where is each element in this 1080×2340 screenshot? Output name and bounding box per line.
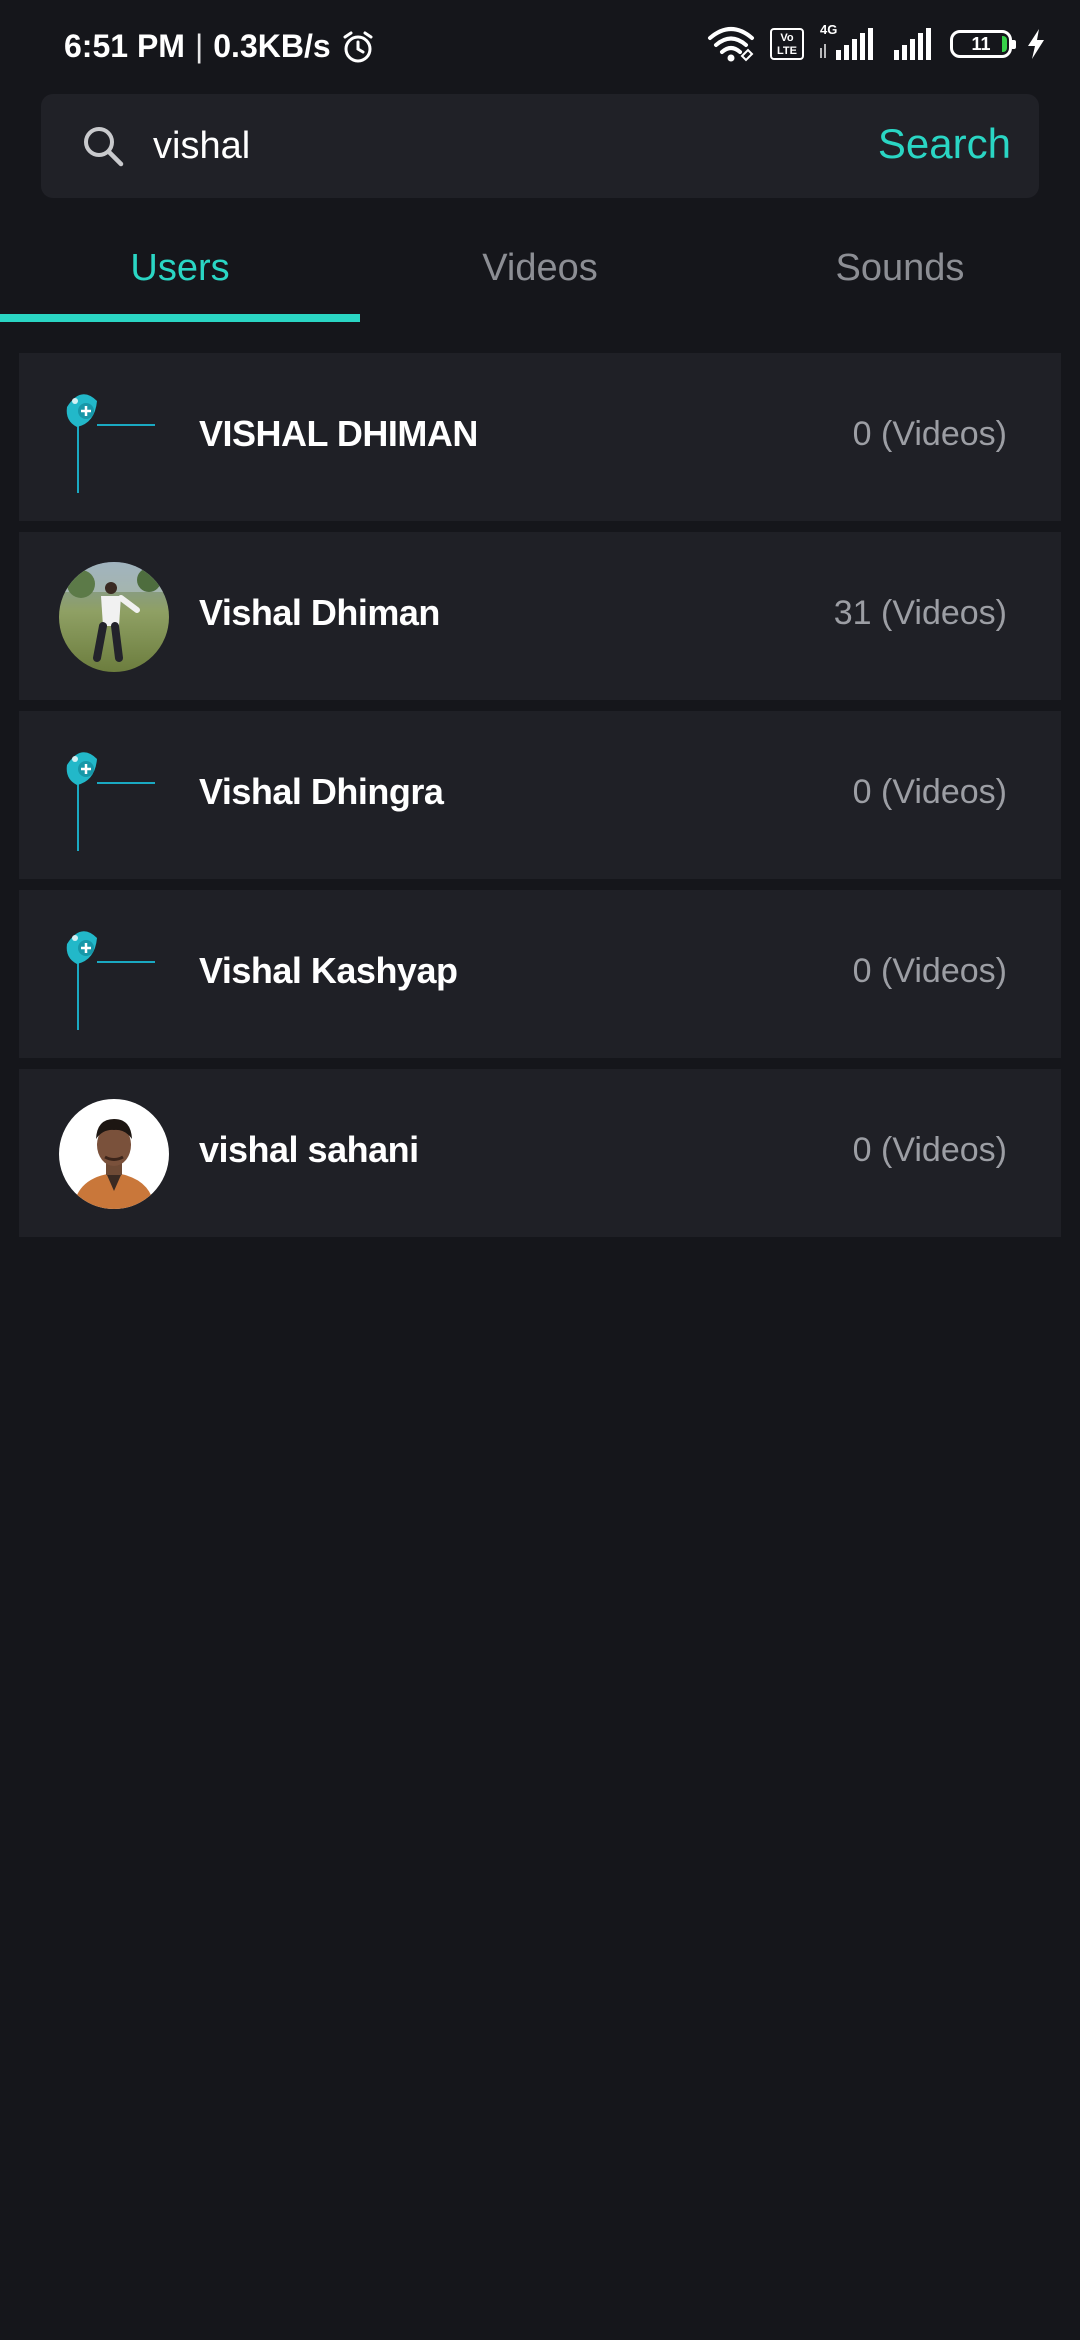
- default-avatar-icon: [59, 920, 169, 1038]
- alarm-icon: [343, 31, 373, 62]
- search-bar: Search: [41, 94, 1039, 198]
- search-input[interactable]: [153, 116, 713, 176]
- video-count: 0 (Videos): [852, 773, 1007, 811]
- list-item[interactable]: Vishal Dhingra 0 (Videos): [19, 711, 1061, 879]
- signal-icon-2: [894, 28, 931, 60]
- status-separator: |: [194, 28, 204, 64]
- list-item[interactable]: VISHAL DHIMAN 0 (Videos): [19, 353, 1061, 521]
- search-icon[interactable]: [81, 124, 125, 168]
- user-name: Vishal Dhiman: [199, 592, 440, 633]
- list-item[interactable]: Vishal Dhiman 31 (Videos): [19, 532, 1061, 700]
- user-name: Vishal Dhingra: [199, 771, 444, 812]
- video-count: 0 (Videos): [852, 415, 1007, 453]
- status-time: 6:51 PM: [64, 28, 185, 64]
- user-list: VISHAL DHIMAN 0 (Videos) Vishal Dhiman 3…: [19, 353, 1061, 1248]
- list-item[interactable]: vishal sahani 0 (Videos): [19, 1069, 1061, 1237]
- battery-icon: 11: [950, 30, 1016, 58]
- tab-bar: Users Videos Sounds: [0, 228, 1080, 322]
- user-name: VISHAL DHIMAN: [199, 413, 478, 454]
- volte-icon: Vo LTE: [770, 28, 804, 60]
- video-count: 31 (Videos): [833, 594, 1007, 632]
- status-left: 6:51 PM | 0.3KB/s: [64, 28, 375, 65]
- network-speed: 0.3KB/s: [213, 28, 331, 64]
- status-right: Vo LTE 4G 11: [706, 22, 1046, 62]
- tab-videos[interactable]: Videos: [360, 228, 720, 322]
- user-name: Vishal Kashyap: [199, 950, 458, 991]
- user-photo-avatar: [59, 562, 169, 672]
- signal-icon: 4G: [818, 22, 878, 62]
- status-bar: 6:51 PM | 0.3KB/s Vo LTE 4G 11: [0, 0, 1080, 90]
- battery-level-fill: [1002, 36, 1007, 52]
- battery-nub: [1012, 40, 1016, 49]
- list-item[interactable]: Vishal Kashyap 0 (Videos): [19, 890, 1061, 1058]
- video-count: 0 (Videos): [852, 952, 1007, 990]
- user-name: vishal sahani: [199, 1129, 419, 1170]
- tab-sounds[interactable]: Sounds: [720, 228, 1080, 322]
- default-avatar-icon: [59, 383, 169, 501]
- charging-icon: [1028, 29, 1044, 59]
- search-button[interactable]: Search: [878, 120, 1011, 168]
- tab-users[interactable]: Users: [0, 228, 360, 322]
- video-count: 0 (Videos): [852, 1131, 1007, 1169]
- user-photo-avatar: [59, 1099, 169, 1209]
- default-avatar-icon: [59, 741, 169, 859]
- wifi-icon: [708, 27, 754, 62]
- battery-level: 11: [971, 33, 991, 54]
